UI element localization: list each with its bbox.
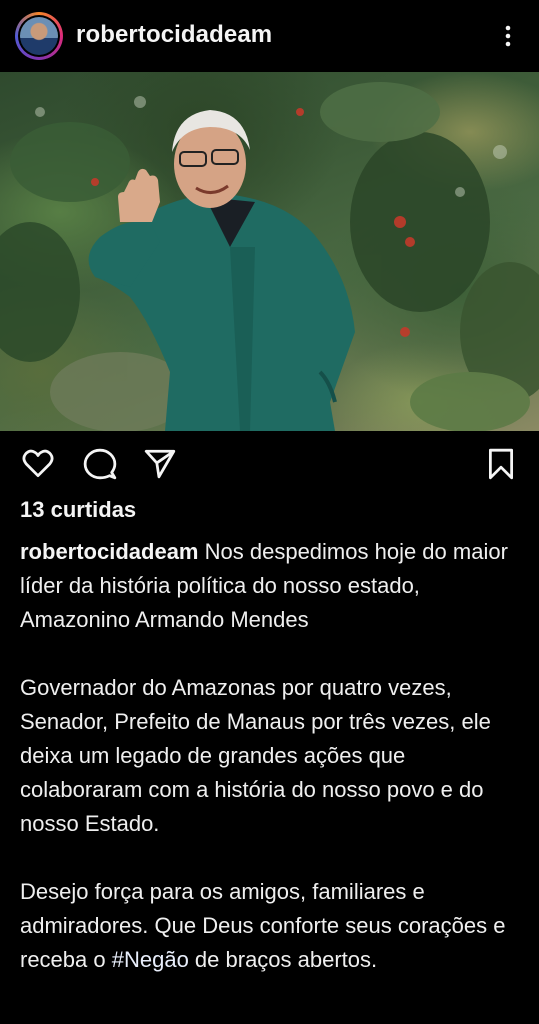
post-photo[interactable] [0,72,539,431]
post-photo-illustration [0,82,539,431]
caption-paragraph-2: Governador do Amazonas por quatro vezes,… [20,675,491,836]
post-header: robertocidadeam [0,0,539,72]
heart-icon[interactable] [21,447,55,481]
avatar-photo [20,17,58,55]
hashtag-link[interactable]: #Negão [112,947,189,972]
caption-username[interactable]: robertocidadeam [20,539,199,564]
caption-paragraph-1: robertocidadeam Nos despedimos hoje do m… [20,535,525,637]
post-caption: robertocidadeam Nos despedimos hoje do m… [20,535,525,1011]
likes-count[interactable]: 13 curtidas [20,497,136,523]
more-vertical-icon[interactable] [496,24,520,48]
comment-icon[interactable] [83,447,117,481]
bookmark-icon[interactable] [484,447,518,481]
profile-avatar[interactable] [15,12,63,60]
post-username[interactable]: robertocidadeam [76,21,272,49]
send-icon[interactable] [143,447,177,481]
caption-paragraph-3: Desejo força para os amigos, familiares … [20,875,525,977]
avatar-ring-gap [18,15,60,57]
caption-text-3b: de braços abertos. [188,947,378,972]
